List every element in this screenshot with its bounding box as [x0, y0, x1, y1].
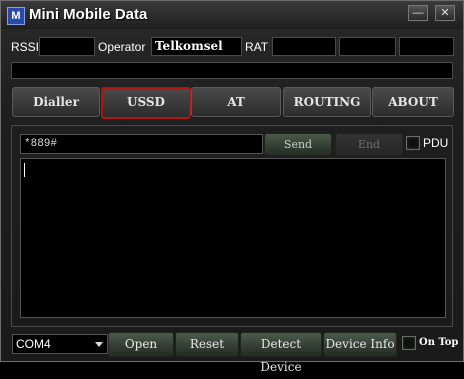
port-select-value: COM4 [16, 337, 51, 351]
rat-value [272, 37, 336, 56]
reset-button[interactable]: Reset [175, 332, 239, 357]
rssi-value [39, 37, 95, 56]
ussd-output-area[interactable] [20, 158, 446, 318]
main-window: M Mini Mobile Data — ✕ RSSI Operator Tel… [0, 0, 464, 374]
title-bar[interactable]: M Mini Mobile Data — ✕ [1, 1, 463, 29]
open-button[interactable]: Open [108, 332, 174, 357]
device-info-button[interactable]: Device Info [323, 332, 397, 357]
send-button[interactable]: Send [264, 133, 332, 156]
operator-label: Operator [98, 40, 146, 54]
info-box-extra-1 [339, 37, 396, 56]
text-cursor [24, 163, 25, 177]
pdu-label: PDU [423, 136, 449, 150]
tab-dialler[interactable]: Dialler [12, 87, 100, 117]
operator-value: Telkomsel [151, 37, 242, 56]
on-top-label: On Top [419, 337, 459, 348]
pdu-checkbox[interactable] [406, 136, 420, 150]
app-icon: M [7, 7, 25, 25]
chevron-down-icon[interactable] [95, 342, 103, 347]
tab-ussd[interactable]: USSD [101, 87, 191, 119]
detect-device-button[interactable]: Detect Device [240, 332, 322, 374]
ussd-code-input[interactable]: *889# [20, 134, 263, 154]
minimize-button[interactable]: — [408, 5, 428, 21]
tab-at[interactable]: AT [191, 87, 281, 117]
on-top-checkbox[interactable] [402, 336, 416, 350]
tab-routing[interactable]: ROUTING [283, 87, 371, 117]
port-select[interactable]: COM4 [12, 334, 108, 354]
signal-progress-bar [11, 62, 453, 79]
end-button[interactable]: End [335, 133, 403, 156]
window-title: Mini Mobile Data [29, 6, 148, 23]
info-box-extra-2 [399, 37, 454, 56]
tab-about[interactable]: ABOUT [372, 87, 454, 117]
rssi-label: RSSI [11, 40, 40, 54]
close-button[interactable]: ✕ [435, 5, 455, 21]
rat-label: RAT [245, 40, 269, 54]
